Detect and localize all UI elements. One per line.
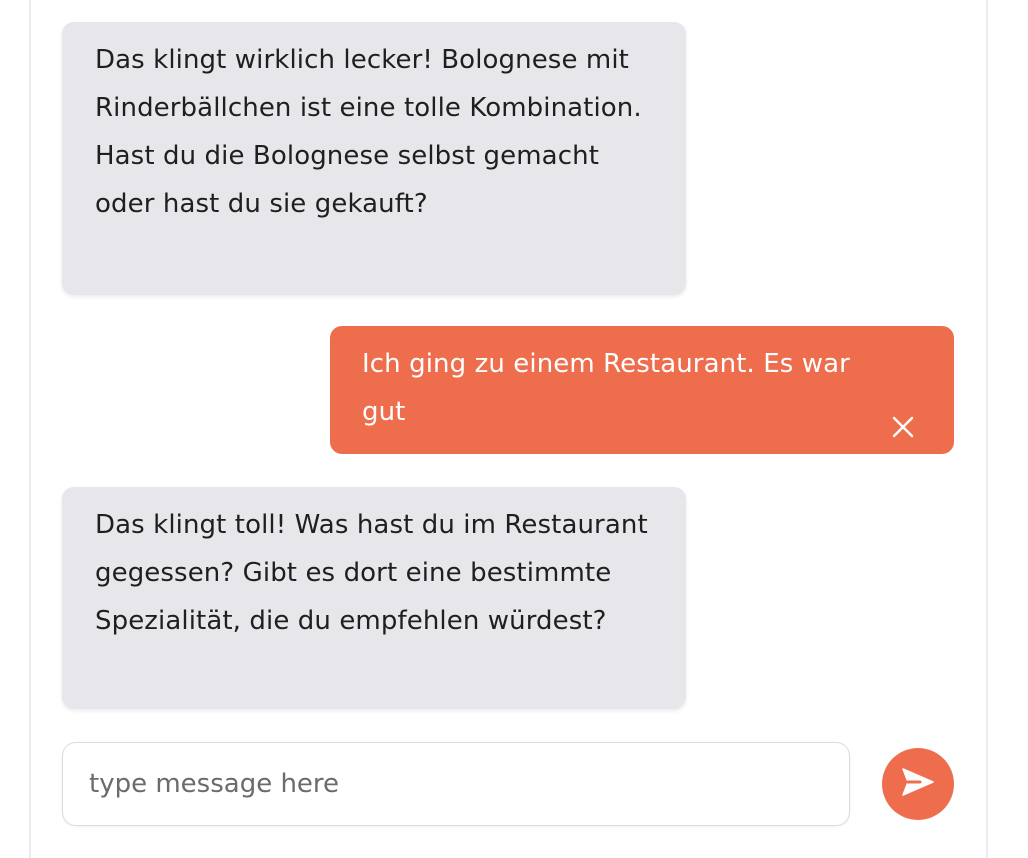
send-button[interactable] bbox=[882, 748, 954, 820]
bot-message: Das klingt wirklich lecker! Bolognese mi… bbox=[62, 22, 686, 295]
message-input[interactable] bbox=[63, 743, 849, 825]
bot-message-text: Das klingt wirklich lecker! Bolognese mi… bbox=[95, 45, 642, 219]
user-message-text: Ich ging zu einem Restaurant. Es war gut bbox=[362, 349, 850, 427]
bot-message-text: Das klingt toll! Was hast du im Restaura… bbox=[95, 510, 648, 636]
send-icon bbox=[900, 764, 936, 804]
message-composer bbox=[62, 742, 850, 826]
bot-message: Das klingt toll! Was hast du im Restaura… bbox=[62, 487, 686, 709]
close-icon[interactable] bbox=[892, 406, 914, 438]
user-message: Ich ging zu einem Restaurant. Es war gut bbox=[330, 326, 954, 454]
